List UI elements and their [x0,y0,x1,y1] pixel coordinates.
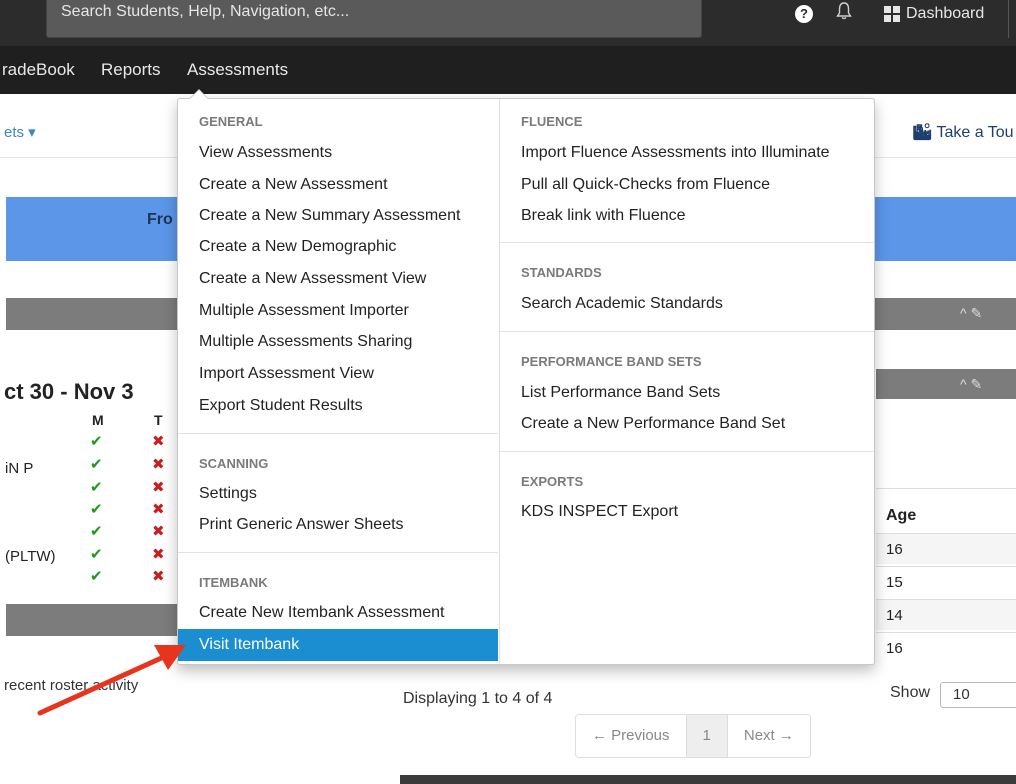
red-arrow-annotation [37,645,186,716]
screen: { "topbar": { "search_placeholder": "Sea… [0,0,1016,784]
